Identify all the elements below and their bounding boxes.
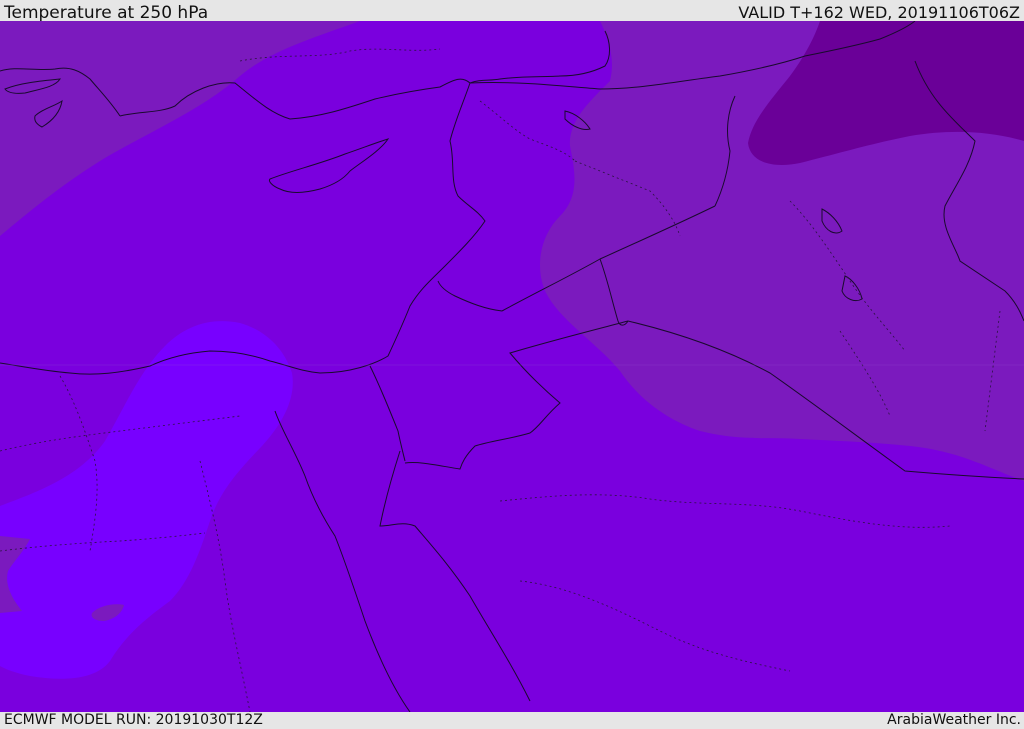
weather-map: [0, 21, 1024, 712]
credit: ArabiaWeather Inc.: [887, 712, 1021, 728]
map-title: Temperature at 250 hPa: [4, 3, 209, 23]
header-bar: Temperature at 250 hPa VALID T+162 WED, …: [0, 0, 1024, 23]
map-canvas: [0, 21, 1024, 712]
model-run: ECMWF MODEL RUN: 20191030T12Z: [4, 712, 263, 728]
valid-time: VALID T+162 WED, 20191106T06Z: [738, 3, 1020, 22]
footer-bar: ECMWF MODEL RUN: 20191030T12Z ArabiaWeat…: [0, 712, 1024, 729]
